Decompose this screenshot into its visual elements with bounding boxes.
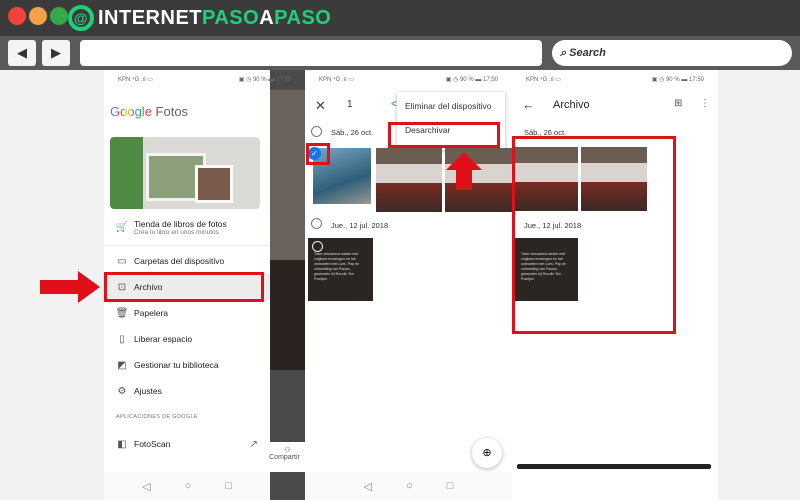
highlight-checkbox [306,143,330,165]
maximize-window-button[interactable] [50,7,68,25]
photobook-banner-image[interactable] [110,137,260,209]
status-bar: KPN ⁴G .ıl ▭ ▣ ◷ 90 % ▬ 17:50 [526,77,704,83]
highlight-archive [104,272,264,302]
system-nav-bar: ◁ ○ □ [305,472,512,500]
select-date-checkbox[interactable] [311,126,322,137]
more-options-icon[interactable]: ⋮ [700,98,710,109]
highlight-archived-photos [512,136,676,334]
browser-nav-bar: ◀ ▶ ⌕ Search [0,36,800,70]
settings-icon: ⚙ [117,385,127,397]
system-nav-bar: ◁ ○ □ [104,472,270,500]
forward-button[interactable]: ▶ [42,40,70,66]
app-title: Google Fotos [110,104,189,119]
back-arrow-icon[interactable]: ← [522,97,535,112]
date-label: Sáb., 26 oct. [331,128,374,137]
nav-recents-icon[interactable]: □ [225,480,232,492]
section-heading: APLICACIONES DE GOOGLE [116,414,198,420]
logo-icon: @ [68,5,94,31]
status-bar: KPN ⁴G .ıl ▭ ▣ ◷ 90 % ▬ 17:50 [319,77,498,83]
highlight-unarchive [388,122,500,148]
free-space-icon: ▯ [119,333,125,345]
close-window-button[interactable] [8,7,26,25]
back-button[interactable]: ◀ [8,40,36,66]
folder-icon: ▭ [117,255,127,267]
menu-item-trash[interactable]: 🗑 Papelera [104,300,270,326]
add-photo-icon[interactable]: ⊞ [674,98,682,109]
red-arrow-up-icon [446,152,482,190]
cart-icon: 🛒 [115,221,129,233]
library-icon: ◩ [117,359,127,371]
select-checkbox[interactable] [312,241,323,252]
nav-back-icon[interactable]: ◁ [364,480,372,493]
page-title: Archivo [553,99,590,111]
menu-item-settings[interactable]: ⚙ Ajustes [104,378,270,404]
menu-item-fotoscan[interactable]: ◧ FotoScan ↗ [104,431,270,457]
fotoscan-icon: ◧ [117,438,127,450]
search-icon: ⌕ [560,46,567,59]
photo[interactable] [376,148,442,212]
nav-home-icon[interactable]: ○ [406,480,413,492]
dimmed-background[interactable]: ⚇ Compartir [269,70,305,500]
red-arrow-right-icon [40,271,100,303]
external-link-icon: ↗ [249,438,258,450]
bottom-bar [517,464,711,469]
nav-home-icon[interactable]: ○ [185,480,192,492]
nav-recents-icon[interactable]: □ [447,480,454,492]
menu-item-free-space[interactable]: ▯ Liberar espacio [104,326,270,352]
menu-remove-from-device[interactable]: Eliminar del dispositivo [397,92,505,111]
close-selection-icon[interactable]: ✕ [315,98,326,114]
date-label: Jue., 12 jul. 2018 [331,221,389,230]
trash-icon: 🗑 [115,307,129,319]
zoom-in-button[interactable]: ⊕ [472,438,502,468]
site-logo: @ INTERNETPASOAPASO [68,4,331,32]
share-tab[interactable]: ⚇ Compartir [269,442,305,472]
minimize-window-button[interactable] [29,7,47,25]
search-input[interactable]: ⌕ Search [552,40,792,66]
share-icon[interactable]: < [391,99,397,110]
menu-item-device-folders[interactable]: ▭ Carpetas del dispositivo [104,248,270,274]
browser-title-bar: @ INTERNETPASOAPASO [0,0,800,36]
nav-back-icon[interactable]: ◁ [142,480,150,493]
select-date-checkbox[interactable] [311,218,322,229]
status-bar: KPN ⁴G .ıl ▭ ▣ ◷ 90 % ▬ 17:50 [118,77,291,83]
address-bar[interactable] [80,40,542,66]
menu-item-manage-library[interactable]: ◩ Gestionar tu biblioteca [104,352,270,378]
photobook-store-item[interactable]: 🛒 Tienda de libros de fotos Crea tu libro… [104,214,270,240]
selection-count: 1 [347,99,353,110]
